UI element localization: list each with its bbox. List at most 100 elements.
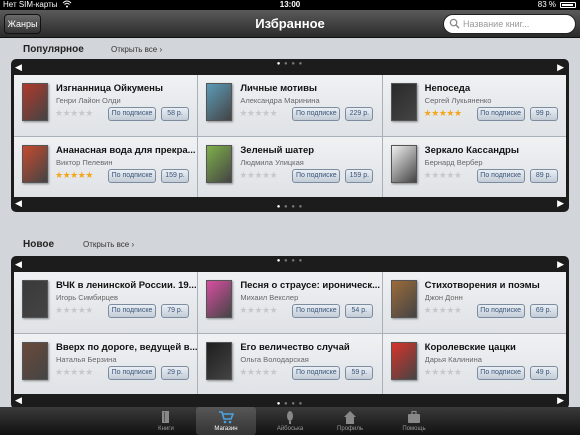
- books-icon: [162, 411, 169, 423]
- subscribe-button[interactable]: По подписке: [292, 107, 341, 121]
- book-title[interactable]: Изгнанница Ойкумены: [56, 83, 197, 94]
- book-item[interactable]: Королевские цацки Дарья Калинина ★★★★★ По п…: [382, 333, 566, 394]
- price-button[interactable]: 49 р.: [529, 365, 558, 380]
- subscribe-button[interactable]: По подписке: [292, 168, 341, 183]
- book-author: Людмила Улицкая: [240, 157, 304, 167]
- tab-label: Помощь: [402, 426, 426, 432]
- subscribe-button[interactable]: По подписке: [292, 304, 341, 318]
- shelf-new: ◀ ● ● ● ● ▶ ВЧК в ленинской России. 19..…: [11, 256, 569, 409]
- price-button[interactable]: 229 р.: [345, 107, 374, 121]
- rating-stars: ★★★★★: [55, 366, 93, 377]
- rating-stars: ★★★★★: [423, 169, 462, 180]
- price-button[interactable]: 59 р.: [345, 365, 374, 380]
- book-title[interactable]: Непоседа: [425, 83, 566, 94]
- book-item[interactable]: Песня о страусе: ироническ... Михаил Векс…: [198, 272, 382, 333]
- shelf-next-arrow-icon[interactable]: ▶: [557, 395, 564, 406]
- book-cover[interactable]: [206, 144, 233, 183]
- tab-profile[interactable]: Профиль: [320, 407, 380, 435]
- price-button[interactable]: 69 р.: [529, 304, 558, 318]
- book-item[interactable]: Стихотворения и поэмы Джон Донн ★★★★★ По по…: [382, 272, 566, 333]
- battery-percent: 83 %: [537, 0, 556, 9]
- book-author: Михаил Векслер: [240, 293, 299, 302]
- book-cover[interactable]: [22, 144, 48, 183]
- subscribe-button[interactable]: По подписке: [476, 365, 525, 380]
- subscribe-button[interactable]: По подписке: [108, 365, 156, 380]
- open-all-link[interactable]: Открыть все ›: [83, 240, 134, 249]
- subscribe-button[interactable]: По подписке: [292, 365, 341, 380]
- shelf-next-arrow-icon[interactable]: ▶: [557, 259, 564, 270]
- book-cover[interactable]: [206, 83, 233, 121]
- open-all-link[interactable]: Открыть все ›: [111, 45, 162, 54]
- genres-button[interactable]: Жанры: [4, 14, 41, 34]
- shelf-next-arrow-icon[interactable]: ▶: [557, 62, 564, 73]
- book-author: Сергей Лукьяненко: [424, 96, 492, 105]
- book-cover[interactable]: [22, 83, 48, 121]
- price-button[interactable]: 54 р.: [345, 304, 374, 318]
- price-button[interactable]: 99 р.: [529, 107, 558, 121]
- tab-store[interactable]: Магазин: [196, 407, 256, 435]
- rating-stars: ★★★★★: [423, 305, 462, 315]
- rating-stars: ★★★★★: [55, 108, 93, 118]
- page-dots: ● ● ● ●: [276, 204, 304, 210]
- book-title[interactable]: Вверх по дороге, ведущей в...: [56, 342, 197, 353]
- subscribe-button[interactable]: По подписке: [476, 107, 525, 121]
- subscribe-button[interactable]: По подписке: [108, 107, 156, 121]
- price-button[interactable]: 159 р.: [345, 168, 374, 183]
- rating-stars: ★★★★★: [239, 305, 278, 315]
- book-title[interactable]: Королевские цацки: [425, 342, 566, 353]
- book-item[interactable]: Личные мотивы Александра Маринина ★★★★★ По …: [198, 75, 382, 136]
- book-item[interactable]: Ананасная вода для прекра... Виктор Пелев…: [14, 136, 198, 197]
- shelf-next-arrow-icon[interactable]: ▶: [557, 198, 564, 209]
- book-title[interactable]: Зеленый шатер: [240, 145, 381, 156]
- tab-books[interactable]: Книги: [136, 407, 196, 435]
- tab-aiboska[interactable]: Айбоська: [260, 407, 320, 435]
- search-input[interactable]: [463, 17, 571, 31]
- book-author: Бернард Вербер: [424, 157, 483, 167]
- book-author: Виктор Пелевин: [56, 157, 113, 167]
- book-cover[interactable]: [206, 280, 233, 318]
- battery-icon: [560, 2, 576, 8]
- book-item[interactable]: Непоседа Сергей Лукьяненко ★★★★★ По подписк…: [382, 75, 566, 136]
- rating-stars: ★★★★★: [55, 305, 93, 315]
- book-cover[interactable]: [22, 341, 48, 380]
- book-title[interactable]: Песня о страусе: ироническ...: [240, 280, 381, 291]
- book-title[interactable]: ВЧК в ленинской России. 19...: [56, 280, 197, 291]
- book-cover[interactable]: [206, 341, 233, 380]
- book-item[interactable]: Вверх по дороге, ведущей в... Наталья Бер…: [14, 333, 198, 394]
- subscribe-button[interactable]: По подписке: [476, 304, 525, 318]
- price-button[interactable]: 29 р.: [161, 365, 189, 380]
- book-cover[interactable]: [22, 280, 48, 318]
- book-title[interactable]: Ананасная вода для прекра...: [56, 145, 197, 156]
- rating-stars: ★★★★★: [55, 169, 93, 180]
- book-cover[interactable]: [390, 341, 417, 380]
- price-button[interactable]: 89 р.: [529, 168, 558, 183]
- price-button[interactable]: 79 р.: [161, 304, 189, 318]
- tab-bar: Книги Магазин Айбоська Профиль Помощь: [0, 407, 580, 435]
- book-cover[interactable]: [390, 83, 417, 121]
- rating-stars: ★★★★★: [423, 366, 462, 377]
- book-title[interactable]: Личные мотивы: [240, 83, 381, 94]
- page-dots: ● ● ● ●: [276, 258, 304, 264]
- tab-help[interactable]: Помощь: [384, 407, 444, 435]
- subscribe-button[interactable]: По подписке: [108, 304, 156, 318]
- book-item[interactable]: Изгнанница Ойкумены Генри Лайон Олди ★★★★★…: [14, 75, 198, 136]
- book-item[interactable]: ВЧК в ленинской России. 19... Игорь Симби…: [14, 272, 198, 333]
- briefcase-icon: [408, 410, 420, 423]
- book-item[interactable]: Зеленый шатер Людмила Улицкая ★★★★★ По подп…: [198, 136, 382, 197]
- book-cover[interactable]: [390, 280, 417, 318]
- price-button[interactable]: 58 р.: [161, 107, 189, 121]
- navigation-bar: Жанры Избранное: [0, 10, 580, 38]
- price-button[interactable]: 159 р.: [161, 168, 189, 183]
- book-title[interactable]: Зеркало Кассандры: [425, 145, 566, 156]
- book-author: Наталья Берзина: [56, 354, 117, 364]
- book-title[interactable]: Стихотворения и поэмы: [425, 280, 566, 291]
- book-cover[interactable]: [390, 144, 417, 183]
- tab-label: Айбоська: [276, 426, 304, 432]
- search-field[interactable]: [443, 14, 576, 34]
- rating-stars: ★★★★★: [239, 169, 278, 180]
- book-title[interactable]: Его величество случай: [240, 342, 381, 353]
- subscribe-button[interactable]: По подписке: [108, 168, 156, 183]
- book-item[interactable]: Зеркало Кассандры Бернард Вербер ★★★★★ По п…: [382, 136, 566, 197]
- book-item[interactable]: Его величество случай Ольга Володарская ★★…: [198, 333, 382, 394]
- subscribe-button[interactable]: По подписке: [476, 168, 525, 183]
